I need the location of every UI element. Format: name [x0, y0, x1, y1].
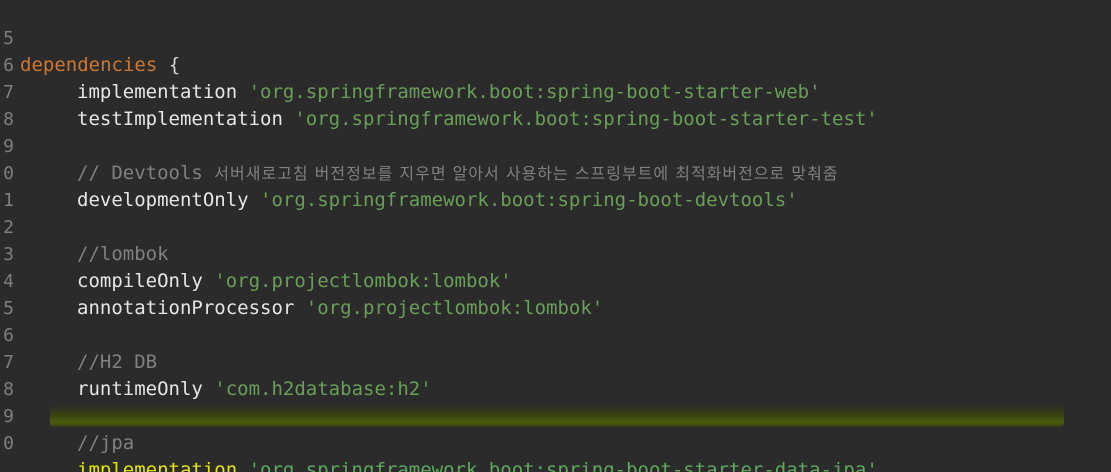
- config-name: implementation: [77, 459, 238, 472]
- code-line[interactable]: 7 testImplementation 'org.springframewor…: [0, 52, 1111, 130]
- code-line[interactable]: 8: [0, 79, 1111, 130]
- code-line[interactable]: 7 runtimeOnly 'com.h2database:h2': [0, 322, 1111, 400]
- code-line[interactable]: 5 dependencies {: [0, 0, 1111, 76]
- line-number: 0: [3, 433, 14, 454]
- code-line[interactable]: 6 //H2 DB: [0, 295, 1111, 373]
- code-line[interactable]: 9 // Devtools 서버새로고침 버전정보를 지우면 알아서 사용하는 …: [0, 106, 1111, 184]
- code-line[interactable]: 9 //jpa: [0, 376, 1111, 454]
- code-line[interactable]: 6 implementation 'org.springframework.bo…: [0, 25, 1111, 103]
- code-line[interactable]: 5: [0, 268, 1111, 319]
- code-line[interactable]: 8: [0, 349, 1111, 400]
- code-line-highlighted[interactable]: 0 implementation 'org.springframework.bo…: [0, 403, 1111, 472]
- code-line[interactable]: 4 annotationProcessor 'org.projectlombok…: [0, 241, 1111, 319]
- comment: //jpa: [77, 432, 135, 454]
- code-line[interactable]: 1: [0, 160, 1111, 211]
- code-editor[interactable]: 5 dependencies { 6 implementation 'org.s…: [0, 0, 1111, 472]
- code-content: implementation 'org.springframework.boot…: [20, 457, 878, 472]
- dependency-string: 'org.springframework.boot:spring-boot-st…: [248, 459, 878, 472]
- code-line[interactable]: 2 //lombok: [0, 187, 1111, 265]
- code-line[interactable]: 3 compileOnly 'org.projectlombok:lombok': [0, 214, 1111, 292]
- code-line[interactable]: 0 developmentOnly 'org.springframework.b…: [0, 133, 1111, 211]
